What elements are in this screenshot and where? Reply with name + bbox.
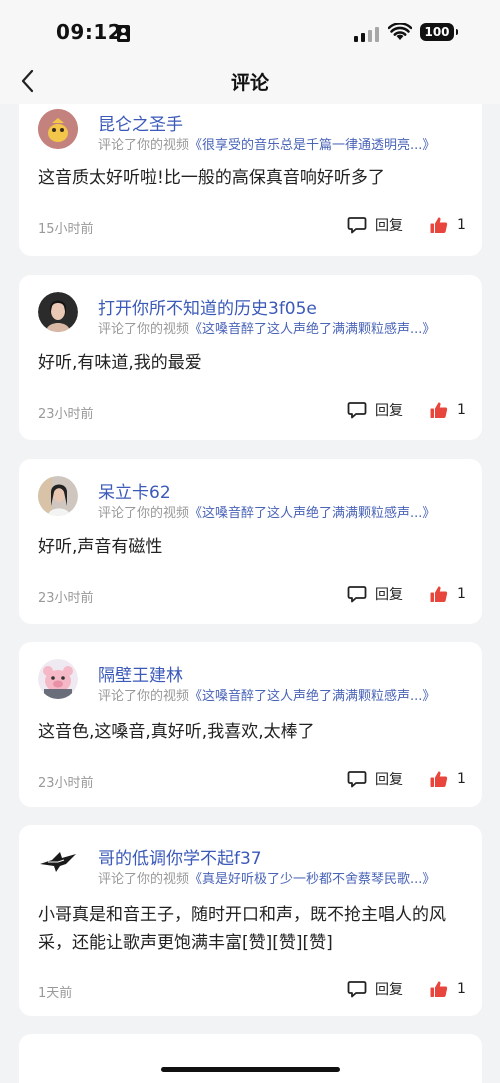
like-button[interactable]: 1: [430, 583, 466, 605]
comment-meta: 评论了你的视频《这嗓音醉了这人声绝了满满颗粒感声...》: [98, 685, 435, 704]
like-count: 1: [457, 981, 466, 997]
reply-button[interactable]: 回复: [347, 768, 403, 790]
reply-label: 回复: [375, 587, 403, 603]
comment-bubble-icon: [347, 981, 367, 998]
comment-bubble-icon: [347, 402, 367, 419]
thumbs-up-icon: [430, 586, 448, 602]
meta-action: 评论了你的视频: [98, 689, 190, 704]
video-title-link[interactable]: 《这嗓音醉了这人声绝了满满颗粒感声...》: [189, 506, 435, 521]
like-button[interactable]: 1: [430, 768, 466, 790]
id-card-icon: [117, 25, 130, 42]
thumbs-up-icon: [430, 217, 448, 233]
like-button[interactable]: 1: [430, 214, 466, 236]
reply-button[interactable]: 回复: [347, 399, 403, 421]
comment-meta: 评论了你的视频《这嗓音醉了这人声绝了满满颗粒感声...》: [98, 502, 435, 521]
username[interactable]: 隔壁王建林: [98, 661, 183, 686]
meta-action: 评论了你的视频: [98, 872, 190, 887]
comment-text: 好听,声音有磁性: [38, 537, 163, 557]
username[interactable]: 昆仑之圣手: [98, 110, 183, 135]
comment-text: 好听,有味道,我的最爱: [38, 353, 202, 373]
reply-label: 回复: [375, 403, 403, 419]
thumbs-up-icon: [430, 771, 448, 787]
avatar-image-icon: [38, 842, 78, 882]
wifi-icon: [388, 23, 412, 40]
avatar-image-icon: [38, 476, 78, 516]
like-count: 1: [457, 402, 466, 418]
reply-button[interactable]: 回复: [347, 214, 403, 236]
comment-time: 1天前: [38, 986, 73, 1001]
video-title-link[interactable]: 《这嗓音醉了这人声绝了满满颗粒感声...》: [189, 322, 435, 337]
reply-button[interactable]: 回复: [347, 583, 403, 605]
video-title-link[interactable]: 《很享受的音乐总是千篇一律通透明亮...》: [189, 138, 435, 153]
like-button[interactable]: 1: [430, 978, 466, 1000]
avatar[interactable]: [38, 842, 78, 882]
video-title-link[interactable]: 《这嗓音醉了这人声绝了满满颗粒感声...》: [189, 689, 435, 704]
comment-bubble-icon: [347, 771, 367, 788]
status-bar: 09:12 100: [0, 0, 500, 60]
comment-card: 呆立卡62 评论了你的视频《这嗓音醉了这人声绝了满满颗粒感声...》 好听,声音…: [19, 459, 482, 624]
avatar[interactable]: [38, 659, 78, 699]
username[interactable]: 打开你所不知道的历史3f05e: [98, 294, 317, 319]
comment-meta: 评论了你的视频《真是好听极了少一秒都不舍蔡琴民歌...》: [98, 868, 435, 887]
like-button[interactable]: 1: [430, 399, 466, 421]
comment-text: 这音色,这嗓音,真好听,我喜欢,太棒了: [38, 722, 315, 742]
like-count: 1: [457, 771, 466, 787]
page-title: 评论: [230, 72, 269, 94]
avatar[interactable]: [38, 476, 78, 516]
meta-action: 评论了你的视频: [98, 138, 190, 153]
reply-button[interactable]: 回复: [347, 978, 403, 1000]
comment-time: 23小时前: [38, 407, 94, 422]
cellular-signal-icon: [354, 26, 380, 42]
comment-time: 15小时前: [38, 222, 94, 237]
reply-label: 回复: [375, 982, 403, 998]
comment-list[interactable]: 昆仑之圣手 评论了你的视频《很享受的音乐总是千篇一律通透明亮...》 这音质太好…: [0, 104, 500, 1083]
avatar-image-icon: [38, 292, 78, 332]
meta-action: 评论了你的视频: [98, 322, 190, 337]
home-indicator[interactable]: [161, 1067, 340, 1072]
avatar[interactable]: [38, 292, 78, 332]
meta-action: 评论了你的视频: [98, 506, 190, 521]
comment-card: 隔壁王建林 评论了你的视频《这嗓音醉了这人声绝了满满颗粒感声...》 这音色,这…: [19, 642, 482, 807]
comment-card: 昆仑之圣手 评论了你的视频《很享受的音乐总是千篇一律通透明亮...》 这音质太好…: [19, 104, 482, 256]
battery-icon: 100: [420, 23, 458, 41]
avatar-image-icon: [38, 659, 78, 699]
status-time: 09:12: [56, 20, 123, 44]
comment-bubble-icon: [347, 217, 367, 234]
thumbs-up-icon: [430, 402, 448, 418]
comment-time: 23小时前: [38, 776, 94, 791]
reply-label: 回复: [375, 218, 403, 234]
comment-meta: 评论了你的视频《这嗓音醉了这人声绝了满满颗粒感声...》: [98, 318, 435, 337]
avatar[interactable]: [38, 109, 78, 149]
username[interactable]: 哥的低调你学不起f37: [98, 844, 262, 869]
reply-label: 回复: [375, 772, 403, 788]
comment-card: [19, 1034, 482, 1083]
comment-card: 哥的低调你学不起f37 评论了你的视频《真是好听极了少一秒都不舍蔡琴民歌...》…: [19, 825, 482, 1016]
comment-card: 打开你所不知道的历史3f05e 评论了你的视频《这嗓音醉了这人声绝了满满颗粒感声…: [19, 275, 482, 440]
like-count: 1: [457, 586, 466, 602]
comment-bubble-icon: [347, 586, 367, 603]
comment-time: 23小时前: [38, 591, 94, 606]
username[interactable]: 呆立卡62: [98, 478, 171, 503]
avatar-image-icon: [38, 109, 78, 149]
comment-text: 小哥真是和音王子，随时开口和声，既不抢主唱人的风采，还能让歌声更饱满丰富[赞][…: [38, 905, 446, 953]
comment-meta: 评论了你的视频《很享受的音乐总是千篇一律通透明亮...》: [98, 134, 435, 153]
thumbs-up-icon: [430, 981, 448, 997]
video-title-link[interactable]: 《真是好听极了少一秒都不舍蔡琴民歌...》: [189, 872, 435, 887]
comment-text: 这音质太好听啦!比一般的高保真音响好听多了: [38, 168, 385, 188]
like-count: 1: [457, 217, 466, 233]
nav-bar: 评论: [0, 60, 500, 104]
